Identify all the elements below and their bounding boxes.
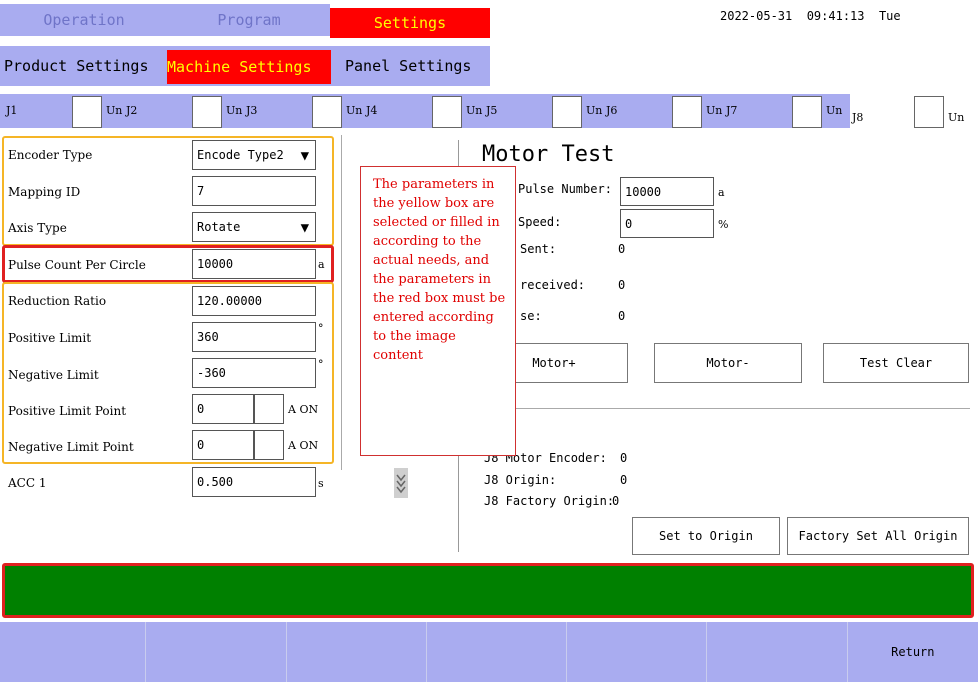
- tab-product-settings[interactable]: Product Settings: [4, 48, 168, 84]
- tab-settings[interactable]: Settings: [330, 8, 490, 38]
- joint-label-j2: J2: [126, 104, 138, 117]
- red-highlight-box: [2, 245, 334, 283]
- speed-field[interactable]: 0: [620, 209, 714, 238]
- joint-unit-j8: Un: [948, 111, 965, 124]
- joint-checkbox-j6[interactable]: [672, 96, 702, 128]
- joint-checkbox-j5[interactable]: [552, 96, 582, 128]
- status-bar: [2, 563, 974, 618]
- joint-checkbox-j2[interactable]: [192, 96, 222, 128]
- test-clear-button[interactable]: Test Clear: [823, 343, 969, 383]
- bottom-button-2[interactable]: [145, 622, 285, 682]
- bottom-button-4[interactable]: [425, 622, 566, 682]
- joint-checkbox-j3[interactable]: [312, 96, 342, 128]
- joint-label-j5: J5: [486, 104, 498, 117]
- factory-set-all-origin-button[interactable]: Factory Set All Origin: [787, 517, 969, 555]
- bottom-button-bar: Return: [0, 622, 978, 682]
- speed-label: Speed:: [518, 215, 562, 229]
- acc1-unit: s: [318, 477, 324, 490]
- double-chevron-down-icon: [396, 474, 406, 494]
- motor-encoder-value: 0: [620, 451, 628, 465]
- tab-panel-settings[interactable]: Panel Settings: [335, 48, 485, 84]
- received-label: received:: [520, 278, 586, 292]
- return-button[interactable]: Return: [846, 622, 978, 682]
- tab-operation[interactable]: Operation: [0, 4, 168, 36]
- motor-test-title: Motor Test: [482, 142, 615, 167]
- j8-factory-origin-value: 0: [612, 494, 620, 508]
- sent-value: 0: [618, 242, 626, 256]
- joint-unit-j2: Un: [226, 104, 243, 117]
- joint-label-j7: J7: [726, 104, 738, 117]
- joint-label-j4: J4: [366, 104, 378, 117]
- acc1-field[interactable]: 0.500: [192, 467, 316, 497]
- joint-label-j6: J6: [606, 104, 618, 117]
- speed-unit: %: [718, 218, 729, 231]
- joint-unit-j6: Un: [706, 104, 723, 117]
- motor-minus-button[interactable]: Motor-: [654, 343, 802, 383]
- j8-factory-origin-label: J8 Factory Origin:: [484, 494, 615, 508]
- pulse-number-unit: a: [718, 186, 725, 199]
- scroll-down-icon[interactable]: [394, 468, 408, 498]
- joint-unit-j7: Un: [826, 104, 843, 117]
- joint-label-j1: J1: [6, 104, 18, 117]
- motor-test-divider: [470, 408, 970, 409]
- tab-program[interactable]: Program: [168, 4, 330, 36]
- sent-label: Sent:: [520, 242, 557, 256]
- received-value: 0: [618, 278, 626, 292]
- datetime-display: 2022-05-31 09:41:13 Tue: [720, 9, 901, 23]
- joint-unit-j1: Un: [106, 104, 123, 117]
- pulse-number-label: Pulse Number:: [518, 182, 612, 196]
- joint-unit-j3: Un: [346, 104, 363, 117]
- lse-value: 0: [618, 309, 626, 323]
- joint-label-j3: J3: [246, 104, 258, 117]
- left-panel-separator: [341, 135, 342, 470]
- bottom-button-1[interactable]: [0, 622, 145, 682]
- joint-checkbox-j7[interactable]: [792, 96, 822, 128]
- lse-label: se:: [520, 309, 542, 323]
- joint-checkbox-j4[interactable]: [432, 96, 462, 128]
- joint-unit-j4: Un: [466, 104, 483, 117]
- bottom-button-3[interactable]: [285, 622, 426, 682]
- yellow-highlight-box-top: [2, 136, 334, 246]
- bottom-button-6[interactable]: [706, 622, 846, 682]
- set-to-origin-button[interactable]: Set to Origin: [632, 517, 780, 555]
- bottom-button-5[interactable]: [566, 622, 706, 682]
- yellow-highlight-box-bottom: [2, 282, 334, 464]
- tab-machine-settings[interactable]: Machine Settings: [167, 50, 331, 84]
- annotation-callout: The parameters in the yellow box are sel…: [360, 166, 516, 456]
- pulse-number-field[interactable]: 10000: [620, 177, 714, 206]
- acc1-label: ACC 1: [8, 476, 47, 490]
- joint-checkbox-j8[interactable]: [914, 96, 944, 128]
- joint-unit-j5: Un: [586, 104, 603, 117]
- j8-origin-label: J8 Origin:: [484, 473, 557, 487]
- joint-label-j8: J8: [852, 111, 864, 124]
- j8-origin-value: 0: [620, 473, 628, 487]
- joint-checkbox-j1[interactable]: [72, 96, 102, 128]
